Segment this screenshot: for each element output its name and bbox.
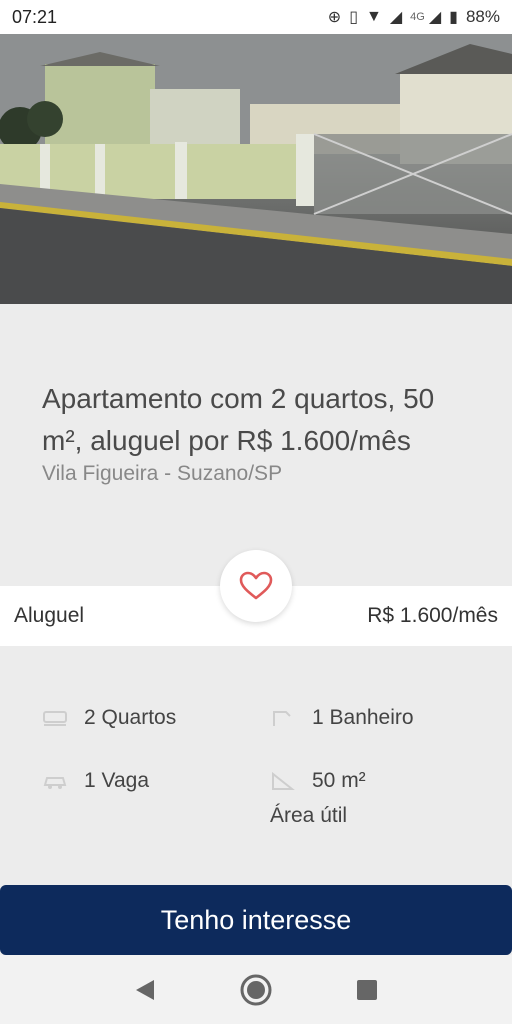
back-icon [136, 979, 155, 1000]
home-icon [240, 974, 272, 1005]
property-photo[interactable] [0, 34, 512, 304]
listing-location: Vila Figueira - Suzano/SP [42, 462, 283, 485]
favorite-button[interactable] [220, 550, 292, 622]
feature-area-label: Área útil [270, 804, 348, 827]
recents-icon [356, 979, 377, 1000]
feature-area-value: 50 m² [312, 769, 366, 792]
data-saver-icon: ⊕ [327, 9, 342, 26]
interest-button[interactable]: Tenho interesse [0, 885, 512, 955]
feature-bedrooms: 2 Quartos [42, 706, 176, 730]
wifi-icon: ▼ [366, 8, 382, 25]
battery-level: 88% [465, 7, 500, 26]
system-nav-bar [0, 955, 512, 1024]
features-section: 2 Quartos 1 Banheiro 1 Vaga 50 m² Área ú… [0, 646, 512, 886]
feature-bathrooms-label: 1 Banheiro [312, 706, 414, 729]
price-value: R$ 1.600/mês [367, 604, 498, 627]
feature-bathrooms: 1 Banheiro [270, 706, 414, 730]
feature-bedrooms-label: 2 Quartos [84, 706, 177, 729]
heart-icon [239, 571, 273, 600]
area-icon [272, 771, 295, 790]
feature-parking: 1 Vaga [42, 769, 149, 793]
network-type: 4G [410, 11, 425, 23]
vibrate-icon: ▯ [349, 9, 358, 26]
property-photo-image [0, 34, 512, 304]
signal-icon-2: ◢ [428, 9, 442, 26]
home-button[interactable] [236, 970, 276, 1010]
back-button[interactable] [125, 970, 165, 1010]
battery-icon: ▮ [449, 9, 458, 26]
feature-parking-label: 1 Vaga [84, 769, 149, 792]
shower-icon [273, 711, 291, 726]
status-bar: 07:21 ⊕ ▯ ▼ ◢ 4G ◢ ▮ 88% [0, 0, 512, 34]
signal-icon: ◢ [389, 9, 403, 26]
listing-title: Apartamento com 2 quartos, 50 m², alugue… [42, 383, 435, 456]
listing-info: Apartamento com 2 quartos, 50 m², alugue… [0, 304, 512, 586]
price-type-label: Aluguel [14, 604, 85, 627]
car-icon [43, 777, 67, 789]
recents-button[interactable] [347, 970, 387, 1010]
status-time: 07:21 [12, 6, 58, 27]
bed-icon [43, 711, 67, 726]
feature-area: 50 m² [270, 769, 366, 793]
status-icons: ⊕ ▯ ▼ ◢ 4G ◢ ▮ 88% [328, 7, 500, 27]
